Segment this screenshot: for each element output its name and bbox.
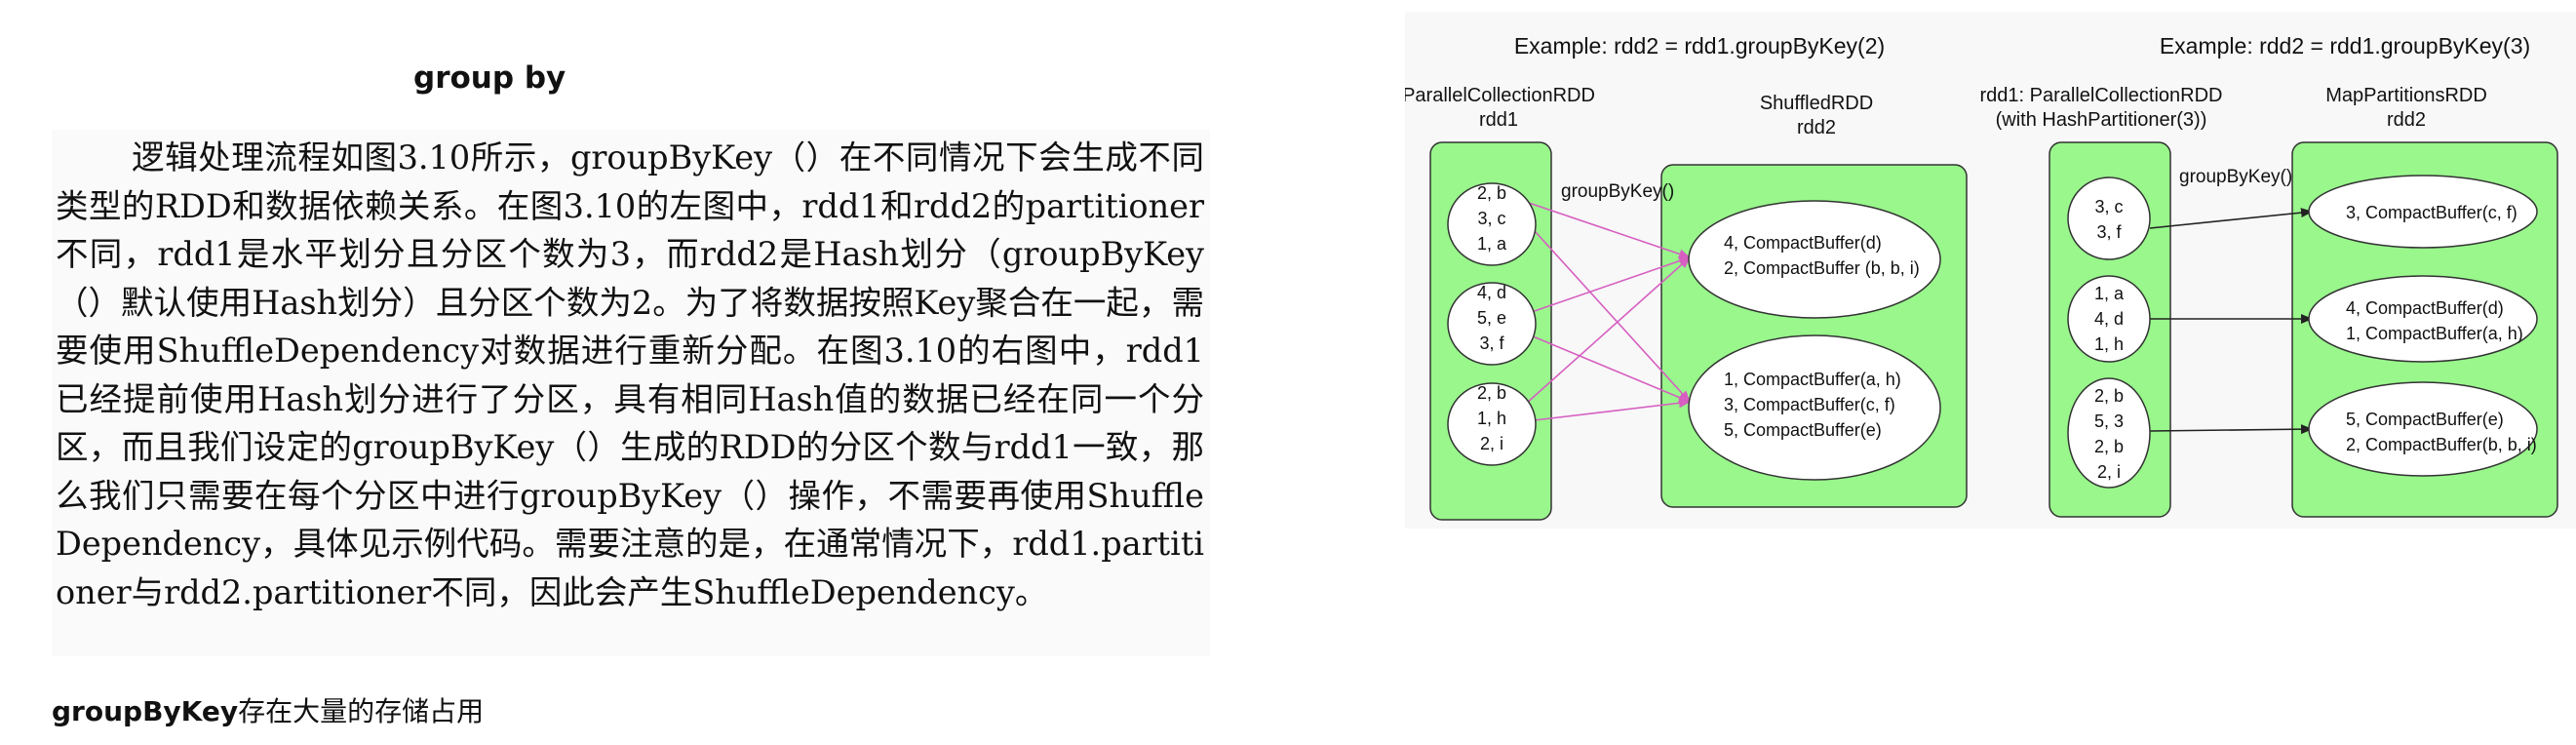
record: 3, CompactBuffer(c, f) xyxy=(2346,203,2517,222)
record: 4, CompactBuffer(d) xyxy=(2346,298,2504,318)
record: 5, 3 xyxy=(2094,412,2124,431)
section-heading: group by xyxy=(413,60,566,96)
footnote-keyword: groupByKey xyxy=(52,695,239,727)
right-rdd2-partition xyxy=(2308,275,2538,363)
footnote-text: 存在大量的存储占用 xyxy=(238,695,485,727)
body-paragraph: 逻辑处理流程如图3.10所示，groupByKey（）在不同情况下会生成不同类型… xyxy=(56,138,1204,611)
record: 2, b xyxy=(1477,183,1506,203)
record: 2, b xyxy=(1477,383,1506,403)
right-rdd1-partition xyxy=(2067,176,2151,260)
left-rdd1-name: rdd1 xyxy=(1479,109,1518,131)
record: 1, a xyxy=(1477,234,1507,254)
footnote: groupByKey存在大量的存储占用 xyxy=(52,690,484,729)
text-excerpt: 逻辑处理流程如图3.10所示，groupByKey（）在不同情况下会生成不同类型… xyxy=(52,130,1210,656)
left-rdd2-label: ShuffledRDD xyxy=(1760,93,1873,114)
record: 4, d xyxy=(1477,283,1506,302)
record: 1, CompactBuffer(a, h) xyxy=(1724,370,1901,389)
right-rdd1-label: rdd1: ParallelCollectionRDD xyxy=(1980,85,2223,106)
record: 1, a xyxy=(2094,284,2125,303)
right-rdd2-partition xyxy=(2308,381,2538,477)
left-rdd2-name: rdd2 xyxy=(1797,117,1836,138)
arrow-r0 xyxy=(2149,208,2313,229)
record: 1, h xyxy=(2094,334,2124,354)
right-rdd2-name: rdd2 xyxy=(2387,109,2426,131)
record: 2, b xyxy=(2094,386,2124,406)
record: 3, f xyxy=(2096,222,2122,242)
record: 3, f xyxy=(1479,333,1504,353)
left-op-label: groupByKey() xyxy=(1561,181,1674,202)
record: 2, i xyxy=(1480,434,1503,453)
record: 1, h xyxy=(1477,409,1506,428)
record: 2, CompactBuffer(b, b, i) xyxy=(2346,435,2537,454)
groupbykey-diagram: Example: rdd2 = rdd1.groupByKey(2) Paral… xyxy=(1405,12,2576,529)
record: 3, CompactBuffer(c, f) xyxy=(1724,395,1895,414)
right-rdd1-partitioner: (with HashPartitioner(3)) xyxy=(1996,109,2207,131)
record: 2, i xyxy=(2097,462,2121,482)
right-rdd2-label: MapPartitionsRDD xyxy=(2325,85,2487,106)
right-op-label: groupByKey() xyxy=(2179,167,2292,187)
record: 3, c xyxy=(2094,197,2123,216)
diagram-canvas: Example: rdd2 = rdd1.groupByKey(2) Paral… xyxy=(1405,33,2558,521)
left-rdd1-label: ParallelCollectionRDD xyxy=(1405,85,1595,106)
arrow-r2 xyxy=(2149,424,2313,435)
record: 5, CompactBuffer(e) xyxy=(1724,420,1882,440)
record: 5, e xyxy=(1477,308,1506,328)
record: 4, d xyxy=(2094,309,2124,329)
record: 4, CompactBuffer(d) xyxy=(1724,233,1882,253)
record: 2, CompactBuffer (b, b, i) xyxy=(1724,258,1920,278)
left-diagram-title: Example: rdd2 = rdd1.groupByKey(2) xyxy=(1514,33,1885,59)
right-diagram-title: Example: rdd2 = rdd1.groupByKey(3) xyxy=(2160,33,2530,59)
right-narrow-arrows xyxy=(2149,208,2313,435)
record: 2, b xyxy=(2094,437,2124,456)
record: 5, CompactBuffer(e) xyxy=(2346,410,2504,429)
record: 3, c xyxy=(1477,209,1505,228)
record: 1, CompactBuffer(a, h) xyxy=(2346,324,2523,343)
